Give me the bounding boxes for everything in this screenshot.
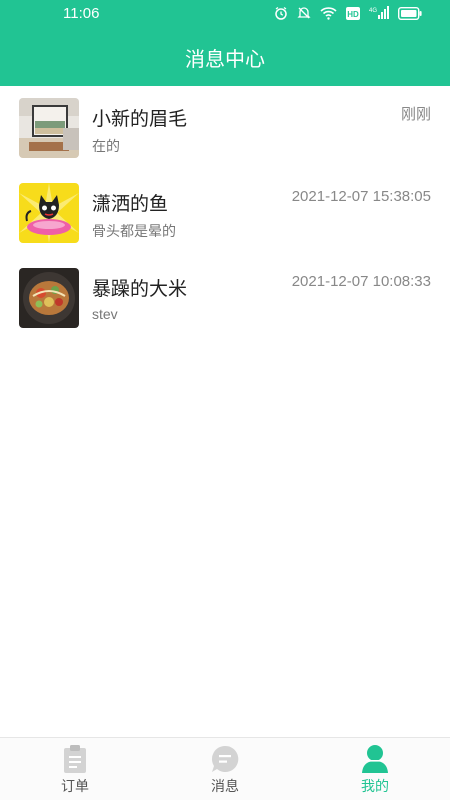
chat-bubble-icon: [210, 744, 240, 774]
contact-name: 潇洒的鱼: [92, 193, 169, 215]
tab-orders[interactable]: 订单: [0, 738, 150, 801]
tab-label: 消息: [211, 779, 239, 795]
status-bar: 11:06 HD 4G: [0, 0, 450, 28]
message-time: 2021-12-07 15:38:05: [291, 188, 431, 205]
message-preview: 在的: [92, 138, 120, 154]
page-title: 消息中心: [185, 46, 265, 71]
tab-messages[interactable]: 消息: [150, 738, 300, 801]
tab-profile[interactable]: 我的: [300, 738, 450, 801]
tab-label: 订单: [61, 779, 89, 795]
status-time: 11:06: [63, 5, 100, 22]
wifi-icon: [320, 6, 337, 20]
mute-icon: [297, 6, 311, 20]
status-icons: HD 4G: [274, 6, 422, 20]
message-list: 小新的眉毛 在的 刚刚 潇洒的鱼 骨头都是晕的 2021-12-07 15:38…: [0, 86, 450, 341]
message-time: 刚刚: [400, 106, 431, 123]
alarm-icon: [274, 6, 288, 20]
message-item[interactable]: 小新的眉毛 在的 刚刚: [0, 86, 450, 171]
battery-icon: [398, 6, 422, 20]
hd-icon: HD: [346, 6, 360, 20]
bottom-tab-bar: 订单 消息 我的: [0, 737, 450, 800]
message-preview: stev: [92, 306, 118, 322]
tab-label: 我的: [361, 779, 389, 795]
message-item[interactable]: 暴躁的大米 stev 2021-12-07 10:08:33: [0, 256, 450, 341]
svg-text:4G: 4G: [369, 8, 377, 14]
contact-name: 小新的眉毛: [92, 108, 188, 130]
message-item[interactable]: 潇洒的鱼 骨头都是晕的 2021-12-07 15:38:05: [0, 171, 450, 256]
avatar: [19, 98, 79, 158]
message-preview: 骨头都是晕的: [92, 223, 176, 239]
contact-name: 暴躁的大米: [92, 278, 188, 300]
svg-text:HD: HD: [347, 10, 359, 19]
clipboard-icon: [60, 744, 90, 774]
avatar: [19, 183, 79, 243]
avatar: [19, 268, 79, 328]
app-header: 消息中心: [0, 28, 450, 86]
signal-icon: 4G: [369, 6, 389, 20]
person-icon: [360, 744, 390, 774]
message-time: 2021-12-07 10:08:33: [291, 273, 431, 290]
